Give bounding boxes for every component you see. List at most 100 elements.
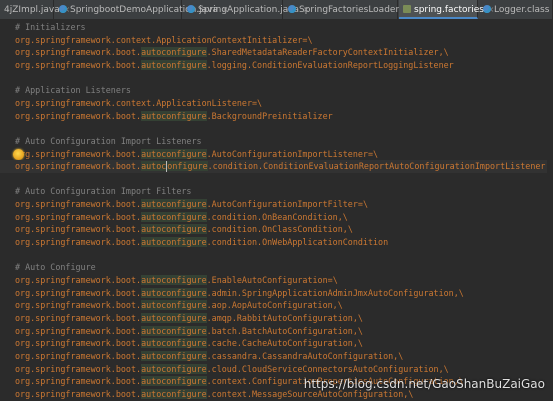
- comment-text: # Auto Configure: [15, 262, 96, 273]
- line-continuation: \: [357, 325, 363, 336]
- java-class-icon: [187, 4, 195, 13]
- autoconfigure-highlight: autoconfigure: [141, 325, 207, 336]
- property-key-prefix: org.springframework.boot.: [15, 338, 142, 349]
- property-line: org.springframework.context.ApplicationL…: [15, 97, 262, 110]
- property-line: org.springframework.boot.autoconfigure.A…: [15, 148, 378, 161]
- property-line: org.springframework.boot.autoconfigure.c…: [15, 363, 449, 376]
- line-continuation: \: [357, 338, 363, 349]
- property-key-prefix: org.springframework.boot.: [15, 376, 142, 387]
- autoconfigure-highlight: autoconfigure: [141, 161, 208, 173]
- autoconfigure-highlight: autoconfigure: [141, 300, 207, 311]
- property-line: org.springframework.boot.autoconfigure.b…: [15, 325, 363, 338]
- property-key-rest: .SharedMetadataReaderFactoryContextIniti…: [206, 47, 444, 58]
- property-line: org.springframework.boot.autoconfigure.S…: [15, 46, 449, 59]
- property-line: org.springframework.boot.autoconfigure.c…: [15, 337, 363, 350]
- autoconfigure-highlight: autoconfigure: [141, 287, 207, 298]
- property-key-rest: .aop.AopAutoConfiguration,: [206, 300, 338, 311]
- comment-line: # Auto Configuration Import Filters: [15, 185, 191, 198]
- property-line: org.springframework.boot.autoconfigure.c…: [0, 160, 553, 174]
- property-key-prefix: org.springframework.boot.: [15, 275, 142, 285]
- property-key-rest: ApplicationListener: [156, 97, 252, 108]
- property-line: org.springframework.boot.autoconfigure.c…: [15, 350, 403, 363]
- property-key-prefix: org.springframework.boot.: [15, 350, 142, 361]
- tab-label: Logger.class: [494, 5, 550, 15]
- property-key-prefix: org.springframework.boot.: [15, 59, 142, 70]
- property-key-rest: .condition.ConditionEvaluationReportAuto…: [207, 161, 546, 172]
- property-key-prefix: org.springframework.context.: [15, 97, 157, 108]
- line-continuation: \: [458, 287, 464, 298]
- tab-0[interactable]: 4jZImpl.java×: [0, 0, 70, 19]
- property-line: org.springframework.boot.autoconfigure.E…: [15, 274, 338, 287]
- property-key-rest: .AutoConfigurationImportFilter: [206, 199, 358, 210]
- java-class-icon: [483, 4, 491, 13]
- tab-label: 4jZImpl.java: [4, 5, 60, 15]
- autoconfigure-highlight: autoconfigure: [141, 47, 207, 58]
- property-key-rest: .condition.OnClassCondition,: [206, 224, 348, 235]
- property-key-prefix: org.springframework.boot.: [15, 47, 142, 58]
- intention-bulb-icon[interactable]: [13, 148, 24, 160]
- tab-4[interactable]: spring.factories ×: [399, 0, 494, 19]
- tab-1[interactable]: SpringbootDemoApplication.java ×: [55, 0, 228, 19]
- autoconfigure-highlight: autoconfigure: [141, 312, 207, 323]
- property-key-prefix: org.springframework.context.: [15, 34, 157, 45]
- comment-line: # Application Listeners: [15, 84, 131, 97]
- property-key-rest: .batch.BatchAutoConfiguration,: [206, 325, 358, 336]
- text-caret: [166, 161, 168, 173]
- autoconfigure-highlight: autoconfigure: [141, 363, 207, 374]
- property-key-rest: .EnableAutoConfiguration: [206, 275, 328, 285]
- autoconfigure-highlight: autoconfigure: [141, 338, 207, 349]
- property-key-prefix: org.springframework.boot.: [15, 161, 142, 172]
- property-key-rest: .amqp.RabbitAutoConfiguration,: [206, 312, 358, 323]
- autoconfigure-highlight: autoconfigure: [141, 237, 207, 248]
- vertical-scrollbar[interactable]: [547, 20, 553, 401]
- property-line: org.springframework.boot.autoconfigure.B…: [15, 110, 333, 123]
- property-key-prefix: org.springframework.boot.: [15, 363, 142, 374]
- property-key-prefix: org.springframework.boot.: [15, 148, 142, 159]
- property-key-rest: .BackgroundPreinitializer: [206, 110, 333, 121]
- line-continuation: \: [443, 363, 449, 374]
- property-key-rest: .logging.ConditionEvaluationReportLoggin…: [206, 59, 454, 70]
- autoconfigure-highlight: autoconfigure: [141, 275, 207, 285]
- autoconfigure-highlight: autoconfigure: [141, 211, 207, 222]
- comment-line: # Auto Configuration Import Listeners: [15, 135, 202, 148]
- comment-line: # Auto Configure: [15, 261, 96, 274]
- line-continuation: \: [398, 350, 404, 361]
- property-line: org.springframework.boot.autoconfigure.c…: [15, 211, 348, 224]
- line-continuation: \: [443, 47, 449, 58]
- property-line: org.springframework.boot.autoconfigure.c…: [15, 236, 388, 249]
- comment-text: # Initializers: [15, 22, 86, 32]
- line-continuation: \: [257, 97, 263, 108]
- comment-line: # Initializers: [15, 21, 86, 34]
- property-key-rest: .cache.CacheAutoConfiguration,: [206, 338, 358, 349]
- autoconfigure-highlight: autoconfigure: [141, 224, 207, 235]
- property-line: org.springframework.boot.autoconfigure.l…: [15, 59, 454, 72]
- property-key-rest: .condition.OnBeanCondition,: [206, 211, 343, 222]
- tab-2[interactable]: SpringApplication.java ×: [183, 0, 309, 19]
- property-line: org.springframework.boot.autoconfigure.a…: [15, 312, 363, 325]
- property-key-prefix: org.springframework.boot.: [15, 300, 142, 311]
- autoconfigure-highlight: autoconfigure: [141, 148, 207, 159]
- line-continuation: \: [347, 224, 353, 235]
- property-key-prefix: org.springframework.boot.: [15, 312, 142, 323]
- property-key-prefix: org.springframework.boot.: [15, 199, 142, 210]
- tab-5[interactable]: Logger.class×: [479, 0, 553, 19]
- code-editor[interactable]: # Initializers org.springframework.contex…: [0, 20, 553, 401]
- line-continuation: \: [357, 312, 363, 323]
- autoconfigure-highlight: autoconfigure: [141, 376, 207, 387]
- java-class-icon: [288, 4, 296, 13]
- tab-3[interactable]: SpringFactoriesLoader.java×: [284, 0, 430, 19]
- line-continuation: \: [373, 148, 379, 159]
- property-key-prefix: org.springframework.boot.: [15, 211, 142, 222]
- line-continuation: \: [332, 275, 338, 285]
- editor-tab-bar: 4jZImpl.java×SpringbootDemoApplication.j…: [0, 0, 553, 20]
- property-key-rest: ApplicationContextInitializer: [156, 34, 303, 45]
- property-line: org.springframework.boot.autoconfigure.c…: [15, 223, 353, 236]
- comment-text: # Auto Configuration Import Filters: [15, 186, 192, 197]
- comment-text: # Application Listeners: [15, 85, 131, 96]
- property-key-prefix: org.springframework.boot.: [15, 325, 142, 336]
- line-continuation: \: [342, 211, 348, 222]
- property-line: org.springframework.boot.autoconfigure.A…: [15, 198, 368, 211]
- property-key-rest: .condition.OnWebApplicationCondition: [206, 237, 389, 248]
- property-key-prefix: org.springframework.boot.: [15, 388, 142, 399]
- autoconfigure-highlight: autoconfigure: [141, 350, 207, 361]
